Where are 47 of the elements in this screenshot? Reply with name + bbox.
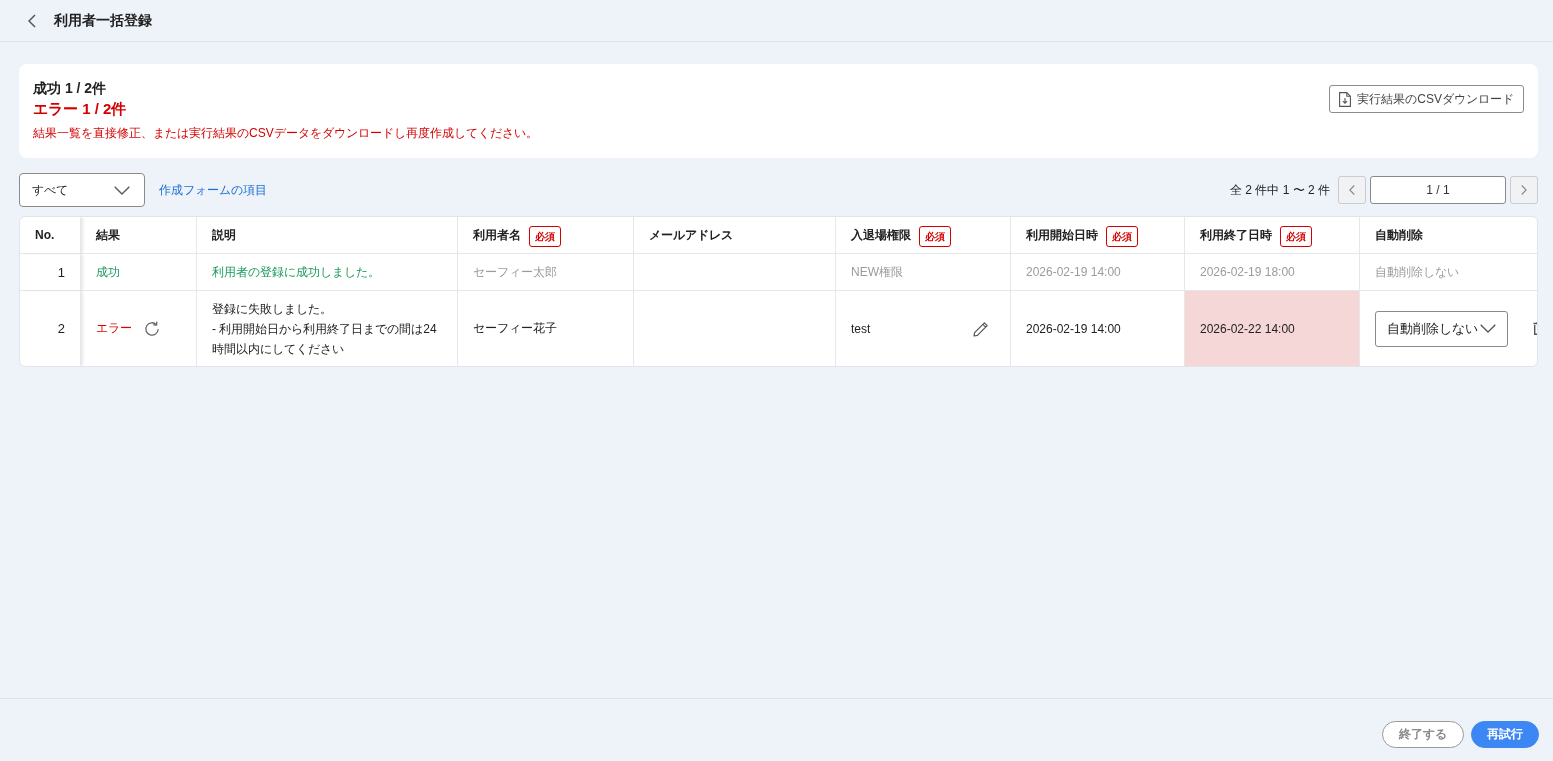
- table-cell: セーフィー太郎: [458, 254, 634, 291]
- back-icon[interactable]: [28, 13, 36, 28]
- success-count: 成功 1 / 2件: [33, 79, 108, 97]
- table-cell: 自動削除しない: [1360, 254, 1537, 291]
- column-header: 説明: [212, 226, 236, 244]
- column-header: 自動削除: [1375, 226, 1423, 244]
- table-cell: 2: [20, 291, 81, 366]
- chevron-down-icon: [1480, 324, 1496, 333]
- table-cell: セーフィー花子: [458, 291, 634, 366]
- page-field[interactable]: 1 / 1: [1370, 176, 1506, 204]
- chevron-down-icon: [114, 185, 130, 195]
- required-badge: 必須: [1280, 225, 1312, 247]
- description-text: 登録に失敗しました。: [212, 300, 333, 318]
- error-message: 結果一覧を直接修正、または実行結果のCSVデータをダウンロードし再度作成してください。: [33, 125, 538, 141]
- file-download-icon: [1339, 91, 1352, 107]
- required-badge: 必須: [919, 225, 951, 247]
- chevron-right-icon: [1521, 185, 1527, 195]
- result-status: 成功: [96, 263, 120, 281]
- column-header: 利用終了日時: [1200, 226, 1272, 244]
- retry-button[interactable]: 再試行: [1471, 721, 1539, 748]
- column-header: 利用者名: [473, 226, 521, 244]
- column-header: 結果: [96, 226, 120, 244]
- description-text: 利用者の登録に成功しました。: [212, 264, 381, 281]
- column-header: メールアドレス: [649, 226, 733, 244]
- required-badge: 必須: [529, 225, 561, 247]
- description-text: - 利用開始日から利用終了日までの間は24時間以内にしてください: [212, 320, 438, 358]
- auto-delete-select[interactable]: 自動削除しない: [1375, 310, 1508, 347]
- column-header: 入退場権限: [851, 226, 911, 244]
- finish-button[interactable]: 終了する: [1382, 721, 1464, 748]
- result-status: エラー: [96, 320, 132, 337]
- page-title: 利用者一括登録: [54, 11, 152, 30]
- pencil-icon[interactable]: [973, 320, 989, 337]
- error-count: エラー 1 / 2件: [33, 99, 128, 119]
- table-cell: 2026-02-19 14:00: [1011, 254, 1185, 291]
- column-header: 利用開始日時: [1026, 226, 1098, 244]
- form-items-link[interactable]: 作成フォームの項目: [159, 181, 267, 199]
- filter-select[interactable]: すべて: [19, 173, 145, 207]
- table-cell: NEW権限: [836, 254, 1011, 291]
- table-cell: 1: [20, 254, 81, 291]
- access-permission: test: [851, 321, 871, 336]
- chevron-left-icon: [1349, 185, 1355, 195]
- csv-download-button[interactable]: 実行結果のCSVダウンロード: [1329, 85, 1524, 113]
- table-cell: 2026-02-22 14:00: [1185, 291, 1360, 366]
- required-badge: 必須: [1106, 225, 1138, 247]
- column-header: No.: [35, 228, 55, 242]
- refresh-icon[interactable]: [144, 320, 160, 337]
- result-count: 全 2 件中 1 〜 2 件: [1229, 181, 1330, 199]
